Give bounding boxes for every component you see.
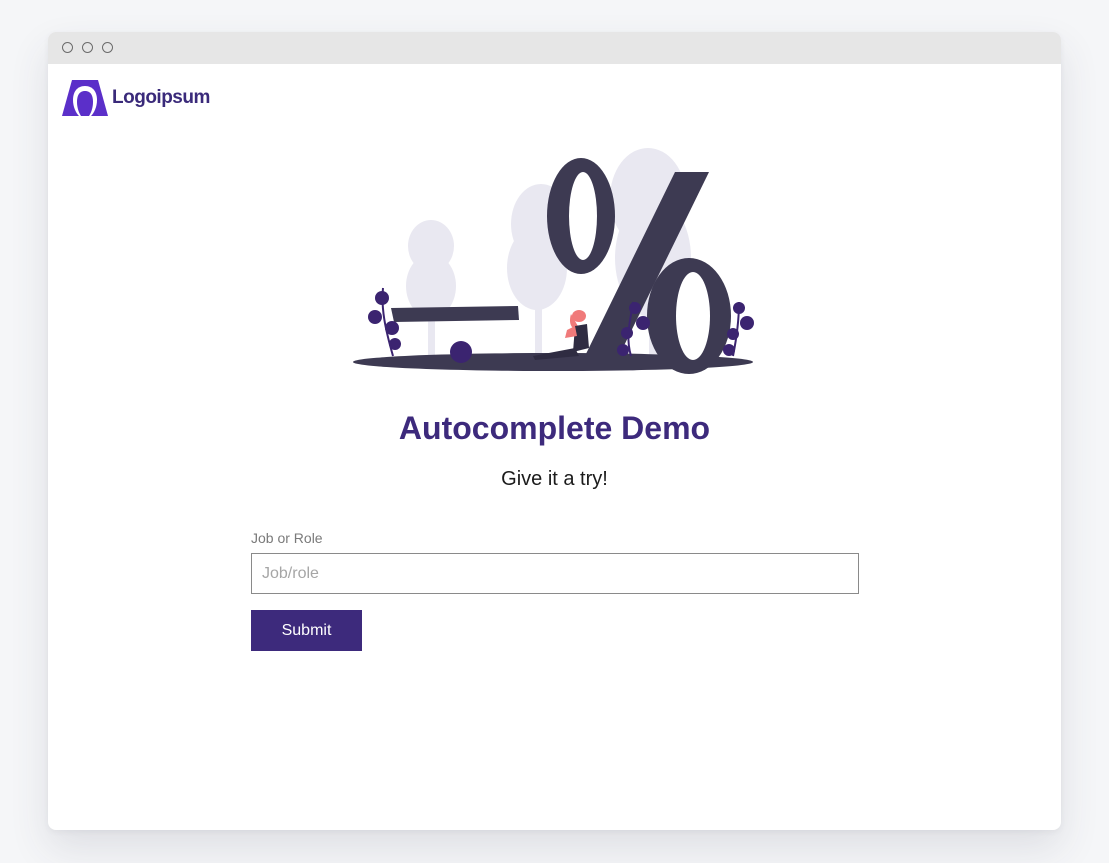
window-close-button[interactable] — [62, 42, 73, 53]
page-title: Autocomplete Demo — [398, 410, 711, 446]
brand-logo[interactable]: Logoipsum — [62, 80, 210, 116]
window-maximize-button[interactable] — [102, 42, 113, 53]
brand-name: Logoipsum — [112, 87, 210, 108]
browser-window: Logoipsum Autocomplete Demo Give it a tr… — [48, 32, 1061, 830]
submit-button[interactable]: Submit — [251, 610, 362, 651]
discount-percent-illustration — [353, 148, 754, 374]
job-role-input[interactable] — [251, 553, 859, 594]
window-titlebar — [48, 32, 1061, 64]
window-minimize-button[interactable] — [82, 42, 93, 53]
page-subtitle: Give it a try! — [501, 468, 608, 490]
logoipsum-icon — [62, 80, 108, 116]
job-role-label: Job or Role — [251, 530, 323, 546]
